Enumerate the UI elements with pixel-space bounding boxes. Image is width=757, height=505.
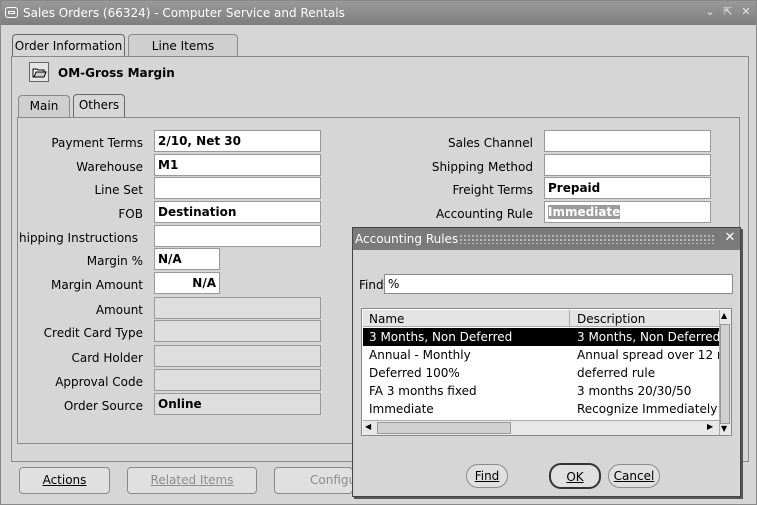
amount-label: Amount <box>95 303 143 317</box>
grid-header: Name Description <box>363 310 719 327</box>
find-input[interactable]: % <box>384 274 733 294</box>
sales-channel-field[interactable] <box>544 130 711 152</box>
order-source-label: Order Source <box>63 399 143 413</box>
window-title: Sales Orders (66324) - Computer Service … <box>23 6 345 20</box>
actions-label: Actions <box>42 473 87 487</box>
column-description[interactable]: Description <box>577 312 645 326</box>
row-name: Deferred 100% <box>369 366 460 380</box>
warehouse-label: Warehouse <box>76 160 143 174</box>
freight-terms-field[interactable]: Prepaid <box>544 177 711 199</box>
list-item[interactable]: FA 3 months fixed 3 months 20/30/50 <box>363 382 719 400</box>
cancel-button-label: Cancel <box>613 469 655 483</box>
shipping-instructions-label: hipping Instructions <box>19 231 139 245</box>
header-label: OM-Gross Margin <box>58 66 175 80</box>
horizontal-scrollbar[interactable]: ◀ ▶ <box>363 420 719 435</box>
vertical-scroll-thumb[interactable] <box>720 324 730 424</box>
accounting-rule-field[interactable]: Immediate <box>544 201 711 223</box>
list-item[interactable]: 3 Months, Non Deferred 3 Months, Non Defe… <box>363 328 719 346</box>
drag-grip[interactable] <box>459 234 715 244</box>
credit-card-type-label: Credit Card Type <box>43 326 143 340</box>
list-item[interactable]: Annual - Monthly Annual spread over 12 mo <box>363 346 719 364</box>
dialog-titlebar[interactable]: Accounting Rules ✕ <box>353 228 740 250</box>
row-description: 3 months 20/30/50 <box>577 384 692 398</box>
close-icon[interactable]: ✕ <box>739 5 753 19</box>
subtab-main[interactable]: Main <box>18 95 70 117</box>
cancel-button[interactable]: Cancel <box>608 464 660 488</box>
shipping-method-field[interactable] <box>544 154 711 176</box>
minimize-icon[interactable]: ⌄ <box>703 5 717 19</box>
maximize-icon[interactable]: ⇱ <box>721 5 735 19</box>
column-divider <box>569 310 570 326</box>
card-holder-label: Card Holder <box>71 351 143 365</box>
results-grid: Name Description 3 Months, Non Deferred 3… <box>361 308 732 436</box>
related-items-button[interactable]: Related Items <box>127 467 257 494</box>
actions-button[interactable]: Actions <box>19 467 110 494</box>
amount-field[interactable] <box>154 297 321 319</box>
line-set-field[interactable] <box>154 177 321 199</box>
row-description: 3 Months, Non Deferred <box>577 330 719 344</box>
card-holder-field[interactable] <box>154 345 321 367</box>
order-source-field[interactable]: Online <box>154 393 321 415</box>
folder-open-icon[interactable] <box>29 62 49 82</box>
ok-button-label: OK <box>566 470 584 484</box>
fob-label: FOB <box>118 207 143 221</box>
fob-field[interactable]: Destination <box>154 201 321 223</box>
accounting-rule-label: Accounting Rule <box>436 207 533 221</box>
scroll-left-icon[interactable]: ◀ <box>365 422 371 431</box>
dialog-title: Accounting Rules <box>355 232 459 246</box>
tab-line-items[interactable]: Line Items <box>128 34 238 58</box>
window-menu-icon[interactable] <box>5 7 18 18</box>
list-item[interactable]: Deferred 100% deferred rule <box>363 364 719 382</box>
scroll-right-icon[interactable]: ▶ <box>707 422 713 431</box>
accounting-rules-dialog: Accounting Rules ✕ Find % Name Descripti… <box>352 227 741 497</box>
vertical-scrollbar[interactable]: ▲ ▼ <box>719 310 731 435</box>
payment-terms-field[interactable]: 2/10, Net 30 <box>154 130 321 152</box>
accounting-rule-value: Immediate <box>548 205 621 219</box>
approval-code-field[interactable] <box>154 369 321 391</box>
tab-order-information[interactable]: Order Information <box>12 34 125 58</box>
row-description: Annual spread over 12 mo <box>577 348 719 362</box>
configure-button[interactable]: Configu <box>274 467 353 494</box>
line-set-label: Line Set <box>94 183 143 197</box>
shipping-method-label: Shipping Method <box>431 160 533 174</box>
shipping-instructions-field[interactable] <box>154 225 321 247</box>
row-name: Annual - Monthly <box>369 348 471 362</box>
find-button-label: Find <box>474 469 500 483</box>
row-description: Recognize Immediately <box>577 402 718 416</box>
sales-channel-label: Sales Channel <box>447 136 533 150</box>
list-item[interactable]: Immediate Recognize Immediately <box>363 400 719 418</box>
find-label: Find <box>359 278 384 292</box>
row-name: FA 3 months fixed <box>369 384 477 398</box>
margin-percent-label: Margin % <box>86 254 143 268</box>
row-name: 3 Months, Non Deferred <box>369 330 513 344</box>
margin-amount-label: Margin Amount <box>51 278 143 292</box>
freight-terms-label: Freight Terms <box>452 183 534 197</box>
row-name: Immediate <box>369 402 434 416</box>
warehouse-field[interactable]: M1 <box>154 154 321 176</box>
payment-terms-label: Payment Terms <box>51 136 143 150</box>
column-name[interactable]: Name <box>369 312 404 326</box>
approval-code-label: Approval Code <box>55 375 143 389</box>
margin-amount-field[interactable]: N/A <box>154 272 220 294</box>
margin-percent-field[interactable]: N/A <box>154 248 220 270</box>
related-items-label: Related Items <box>150 473 234 487</box>
subtab-others[interactable]: Others <box>73 94 125 117</box>
horizontal-scroll-thumb[interactable] <box>377 422 511 434</box>
ok-button[interactable]: OK <box>549 463 601 489</box>
scroll-down-icon[interactable]: ▼ <box>721 424 727 433</box>
credit-card-type-field[interactable] <box>154 320 321 342</box>
row-description: deferred rule <box>577 366 656 380</box>
dialog-close-icon[interactable]: ✕ <box>722 230 738 246</box>
window-titlebar[interactable]: Sales Orders (66324) - Computer Service … <box>1 1 756 25</box>
scroll-up-icon[interactable]: ▲ <box>721 311 727 320</box>
find-button[interactable]: Find <box>466 464 508 488</box>
